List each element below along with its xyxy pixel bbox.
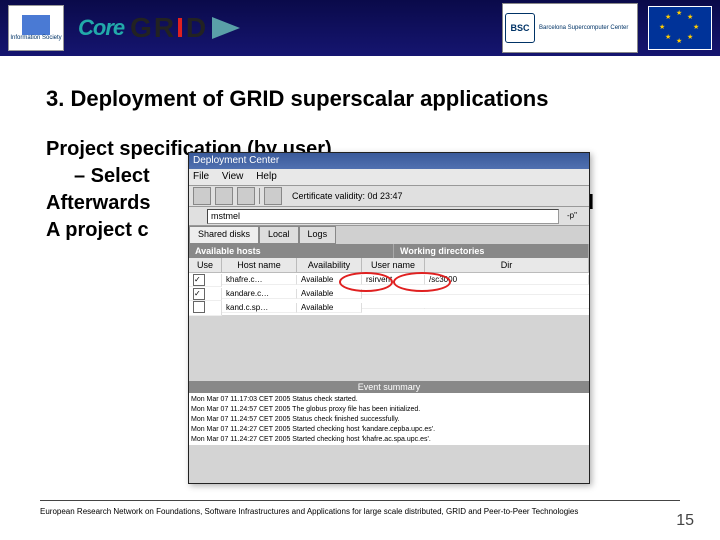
cell-dir (425, 294, 589, 295)
deployment-center-window: Deployment Center File View Help Certifi… (188, 152, 590, 484)
col-dir[interactable]: Dir (425, 258, 589, 273)
slide-body: 3. Deployment of GRID superscalar applic… (0, 56, 720, 516)
cell-avail: Available (297, 303, 362, 313)
cell-user (362, 294, 425, 295)
use-checkbox[interactable] (193, 301, 205, 313)
window-titlebar[interactable]: Deployment Center (189, 153, 589, 169)
highlight-oval-1 (339, 272, 393, 292)
log-line: Mon Mar 07 11.24:57 CET 2005 Status chec… (191, 415, 587, 425)
bsc-logo: BSC Barcelona Supercomputer Center (502, 3, 638, 53)
triangle-icon (212, 17, 240, 39)
table-row[interactable]: kandare.c…Available (189, 287, 589, 301)
col-avail[interactable]: Availability (297, 258, 362, 273)
available-hosts-header: Available hosts (189, 244, 394, 258)
coregrid-logo: Core GRID (78, 12, 240, 44)
use-checkbox[interactable] (193, 274, 205, 286)
cell-host: kand.c.sp… (222, 303, 297, 313)
connect-icon[interactable] (193, 209, 207, 223)
panel-headers: Available hosts Working directories (189, 244, 589, 258)
use-checkbox[interactable] (193, 288, 205, 300)
header-bar: Information Society Core GRID BSC Barcel… (0, 0, 720, 56)
open-icon[interactable] (193, 187, 211, 205)
go-button[interactable]: -p" (559, 209, 585, 223)
log-line: Mon Mar 07 11.24:27 CET 2005 Started che… (191, 435, 587, 445)
tab-shared-disks[interactable]: Shared disks (189, 226, 259, 244)
col-user[interactable]: User name (362, 258, 425, 273)
toolbar: Certificate validity: 0d 23:47 (189, 186, 589, 207)
cell-host: khafre.c… (222, 275, 297, 285)
slide-title: 3. Deployment of GRID superscalar applic… (46, 86, 674, 112)
host-input[interactable]: mstmel (207, 209, 559, 224)
highlight-oval-2 (393, 272, 451, 292)
footer: European Research Network on Foundations… (0, 500, 720, 540)
table-row[interactable]: kand.c.sp…Available (189, 301, 589, 315)
cell-user (362, 308, 425, 309)
log-line: Mon Mar 07 11.17:03 CET 2005 Status chec… (191, 395, 587, 405)
tabs: Shared disks Local Logs (189, 226, 589, 244)
log-line: Mon Mar 07 11.24:27 CET 2005 Started che… (191, 425, 587, 435)
col-use[interactable]: Use (189, 258, 222, 273)
event-log[interactable]: Mon Mar 07 11.17:03 CET 2005 Status chec… (189, 393, 589, 445)
working-dirs-header: Working directories (394, 244, 589, 258)
menu-file[interactable]: File (193, 171, 209, 182)
refresh-icon[interactable] (237, 187, 255, 205)
page-number: 15 (676, 512, 694, 530)
eu-flag-icon: ★★ ★★ ★★ ★★ (648, 6, 712, 50)
menu-help[interactable]: Help (256, 171, 277, 182)
info-society-logo: Information Society (8, 5, 64, 51)
tab-logs[interactable]: Logs (299, 226, 337, 244)
log-line: Mon Mar 07 11.24:57 CET 2005 The globus … (191, 405, 587, 415)
column-headers: Use Host name Availability User name Dir (189, 258, 589, 273)
col-host[interactable]: Host name (222, 258, 297, 273)
cert-icon[interactable] (264, 187, 282, 205)
connect-row: mstmel -p" (189, 207, 589, 226)
menu-bar: File View Help (189, 169, 589, 186)
footer-text: European Research Network on Foundations… (0, 501, 720, 516)
event-summary-header: Event summary (189, 381, 589, 393)
tab-local[interactable]: Local (259, 226, 299, 244)
cert-validity: Certificate validity: 0d 23:47 (292, 191, 403, 201)
info-society-caption: Information Society (10, 35, 61, 41)
save-icon[interactable] (215, 187, 233, 205)
menu-view[interactable]: View (222, 171, 244, 182)
cell-host: kandare.c… (222, 289, 297, 299)
cell-dir (425, 308, 589, 309)
hosts-grid: khafre.c…Availablersirvent/sc3000kandare… (189, 273, 589, 315)
